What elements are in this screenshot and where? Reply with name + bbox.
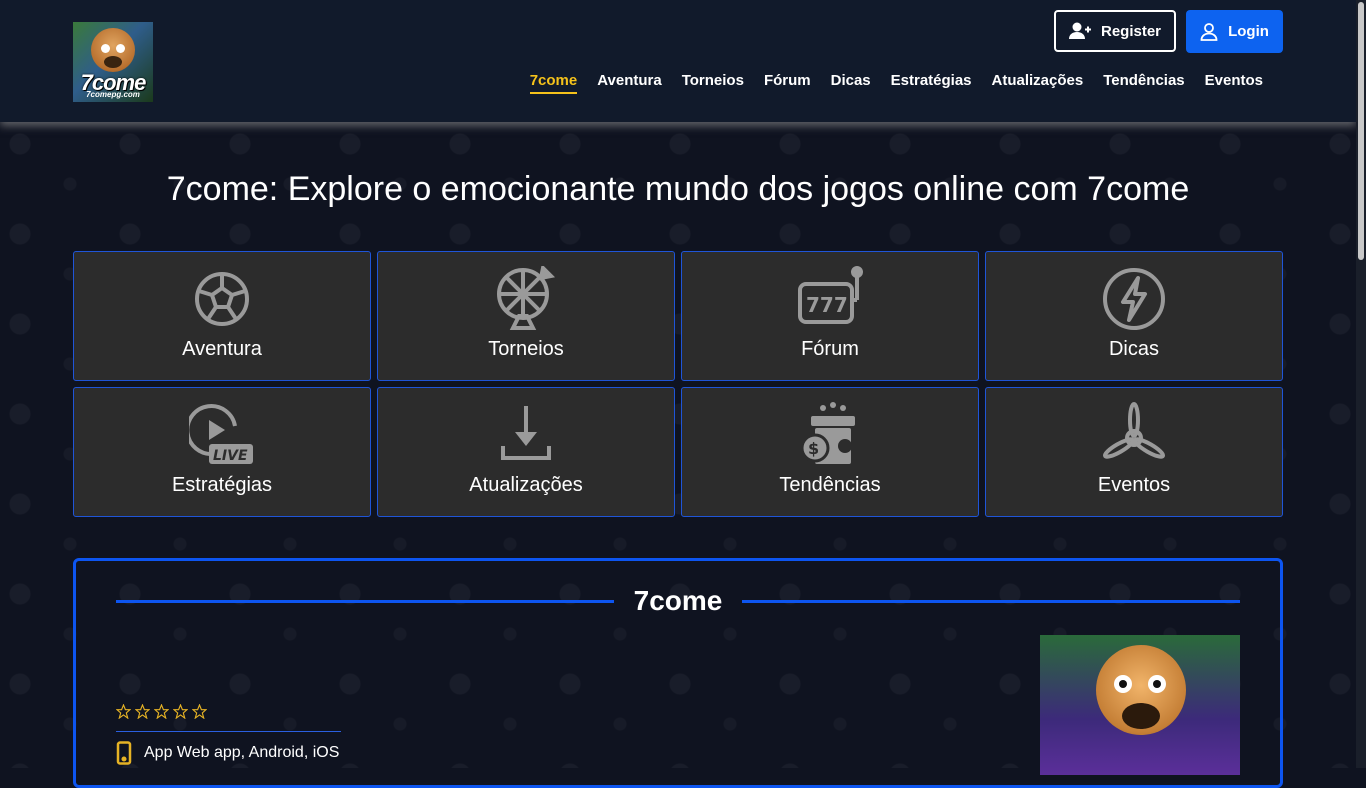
nav-item-7come[interactable]: 7come xyxy=(529,72,578,94)
svg-text:777: 777 xyxy=(806,293,848,317)
category-card-atualizacoes[interactable]: Atualizações xyxy=(377,387,675,517)
svg-text:LIVE: LIVE xyxy=(213,448,248,464)
title-divider-left xyxy=(116,599,614,603)
category-card-aventura[interactable]: Aventura xyxy=(73,251,371,381)
login-label: Login xyxy=(1228,23,1269,40)
rating-stars[interactable] xyxy=(116,704,207,719)
download-icon xyxy=(501,406,551,460)
logo-subtext: 7comepg.com xyxy=(86,90,140,99)
propeller-icon xyxy=(1103,402,1165,459)
nav-item-tendencias[interactable]: Tendências xyxy=(1103,72,1184,94)
user-icon xyxy=(1200,22,1218,41)
category-card-tendencias[interactable]: $ Tendências xyxy=(681,387,979,517)
star-icon[interactable] xyxy=(173,704,188,719)
nav-item-torneios[interactable]: Torneios xyxy=(682,72,744,94)
category-grid: Aventura Torneios 777 Fórum Dicas LIVE E… xyxy=(73,251,1283,517)
card-label: Aventura xyxy=(182,338,262,360)
mascot-hero-image xyxy=(1040,635,1240,775)
category-card-estrategias[interactable]: LIVE Estratégias xyxy=(73,387,371,517)
title-divider-right xyxy=(742,599,1240,603)
card-label: Eventos xyxy=(1097,474,1171,496)
star-icon[interactable] xyxy=(116,704,131,719)
card-label: Torneios xyxy=(488,338,564,360)
app-platforms-text: App Web app, Android, iOS xyxy=(144,744,340,761)
star-icon[interactable] xyxy=(192,704,207,719)
nav-item-estrategias[interactable]: Estratégias xyxy=(891,72,972,94)
nav-item-atualizacoes[interactable]: Atualizações xyxy=(992,72,1084,94)
card-label: Tendências xyxy=(779,474,881,496)
nav-item-dicas[interactable]: Dicas xyxy=(831,72,871,94)
gift-coins-icon: $ xyxy=(800,402,855,464)
card-label: Atualizações xyxy=(469,474,583,496)
user-plus-icon xyxy=(1068,22,1091,39)
category-card-dicas[interactable]: Dicas xyxy=(985,251,1283,381)
svg-text:$: $ xyxy=(808,439,819,458)
page-title: 7come: Explore o emocionante mundo dos j… xyxy=(166,170,1190,208)
nav-item-aventura[interactable]: Aventura xyxy=(597,72,661,94)
roulette-wheel-icon xyxy=(497,266,556,330)
lightning-bolt-icon xyxy=(1103,268,1165,330)
main-nav: 7come Aventura Torneios Fórum Dicas Estr… xyxy=(529,72,1263,94)
card-label: Dicas xyxy=(1108,338,1159,360)
category-card-forum[interactable]: 777 Fórum xyxy=(681,251,979,381)
category-card-eventos[interactable]: Eventos xyxy=(985,387,1283,517)
star-icon[interactable] xyxy=(154,704,169,719)
soccer-ball-icon xyxy=(195,272,249,326)
site-header: 7come 7comepg.com Register Login 7come A… xyxy=(0,0,1356,122)
category-card-torneios[interactable]: Torneios xyxy=(377,251,675,381)
site-logo[interactable]: 7come 7comepg.com xyxy=(73,22,153,102)
mobile-phone-icon xyxy=(116,741,132,765)
card-label: Fórum xyxy=(801,338,859,360)
register-label: Register xyxy=(1100,22,1162,40)
rating-divider xyxy=(116,731,341,732)
slot-machine-icon: 777 xyxy=(798,266,863,324)
nav-item-forum[interactable]: Fórum xyxy=(764,72,811,94)
live-play-icon: LIVE xyxy=(189,404,253,464)
app-platforms: App Web app, Android, iOS xyxy=(116,741,339,765)
section-title: 7come xyxy=(116,581,1240,621)
card-label: Estratégias xyxy=(171,474,273,496)
login-button[interactable]: Login xyxy=(1186,10,1283,53)
page-scrollbar[interactable] xyxy=(1356,0,1366,768)
register-button[interactable]: Register xyxy=(1054,10,1176,52)
section-title-text: 7come xyxy=(633,585,723,616)
info-section: 7come App Web app, Android, iOS xyxy=(73,558,1283,788)
mascot-image xyxy=(91,28,135,72)
scrollbar-thumb[interactable] xyxy=(1358,2,1364,260)
nav-item-eventos[interactable]: Eventos xyxy=(1205,72,1263,94)
star-icon[interactable] xyxy=(135,704,150,719)
